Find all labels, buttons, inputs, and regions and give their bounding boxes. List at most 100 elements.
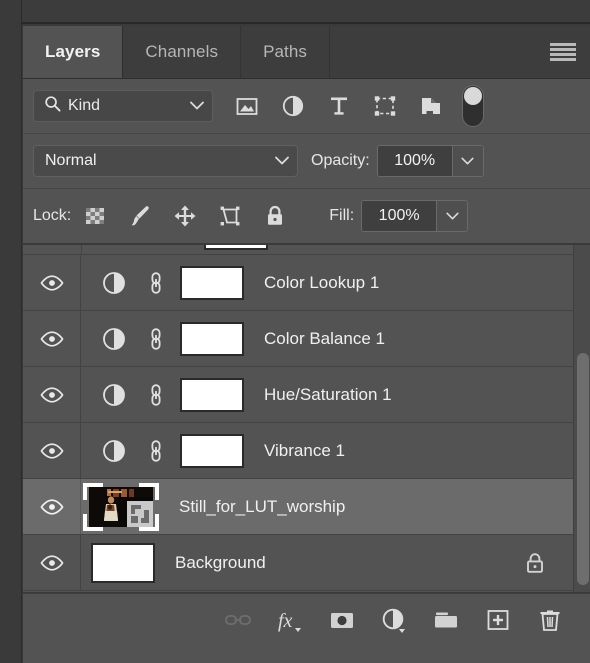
blend-mode-value: Normal — [45, 152, 97, 169]
tab-channels-label: Channels — [145, 42, 219, 61]
search-icon — [44, 95, 61, 117]
layer-mask-link-icon[interactable] — [145, 382, 167, 408]
layer-mask-thumbnail[interactable] — [180, 265, 244, 300]
lock-row: Lock: Fill: 100% — [23, 189, 590, 245]
background-layer-thumbnail[interactable] — [91, 542, 155, 583]
filter-adjustment-layers-icon[interactable] — [280, 93, 306, 119]
partial-row-divider — [81, 245, 82, 254]
opacity-field[interactable]: 100% — [376, 145, 484, 177]
layer-filter-row: Kind — [23, 79, 590, 134]
table-row[interactable]: Vibrance 1 — [23, 423, 590, 479]
chevron-down-icon[interactable] — [275, 152, 289, 170]
delete-layer-button[interactable] — [536, 606, 564, 634]
filter-smart-object-layers-icon[interactable] — [418, 93, 444, 119]
layer-visibility-toggle[interactable] — [23, 255, 81, 310]
table-row[interactable]: Still_for_LUT_worship — [23, 479, 590, 535]
filter-toggle-knob — [464, 87, 482, 105]
filter-pixel-layers-icon[interactable] — [234, 93, 260, 119]
chevron-down-icon[interactable] — [190, 97, 204, 115]
smart-object-bracket-tr — [139, 482, 159, 500]
layer-mask-link-icon[interactable] — [145, 270, 167, 296]
layer-list-scrollbar[interactable] — [573, 245, 590, 592]
blend-mode-row: Normal Opacity: 100% — [23, 134, 590, 189]
eye-icon — [39, 330, 64, 347]
layer-name[interactable]: Hue/Saturation 1 — [264, 385, 392, 405]
layer-mask-link-icon[interactable] — [145, 326, 167, 352]
adjustment-layer-thumbnail[interactable] — [101, 382, 127, 408]
fill-field[interactable]: 100% — [361, 200, 469, 232]
blend-mode-select[interactable]: Normal — [33, 145, 298, 177]
lock-image-pixels-icon[interactable] — [128, 204, 152, 228]
layer-list[interactable]: Color Lookup 1 Color Balance 1 Hue/Satur… — [23, 245, 590, 593]
tab-layers-label: Layers — [45, 42, 101, 61]
hamburger-menu-icon[interactable] — [550, 43, 576, 61]
adjustment-layer-thumbnail[interactable] — [101, 270, 127, 296]
fill-label: Fill: — [329, 207, 355, 224]
layer-visibility-toggle[interactable] — [23, 423, 81, 478]
layer-list-scrollbar-thumb[interactable] — [577, 353, 589, 585]
opacity-label: Opacity: — [311, 152, 370, 169]
layer-mask-link-icon[interactable] — [145, 438, 167, 464]
lock-artboard-nesting-icon[interactable] — [218, 204, 242, 228]
eye-icon — [39, 442, 64, 459]
smart-object-layer-thumbnail[interactable] — [83, 482, 159, 531]
layer-row-body[interactable]: Color Lookup 1 — [81, 255, 590, 310]
layer-visibility-toggle[interactable] — [23, 479, 81, 534]
tab-layers[interactable]: Layers — [23, 26, 124, 78]
opacity-chevron-down-icon[interactable] — [451, 146, 483, 176]
layer-row-body[interactable]: Color Balance 1 — [81, 311, 590, 366]
layer-visibility-toggle[interactable] — [23, 535, 81, 590]
layer-row-body[interactable]: Background — [81, 535, 590, 590]
layer-name[interactable]: Color Balance 1 — [264, 329, 385, 349]
layer-row-body[interactable]: Vibrance 1 — [81, 423, 590, 478]
layer-mask-thumbnail[interactable] — [180, 377, 244, 412]
panel-tab-bar: Layers Channels Paths — [23, 26, 590, 79]
lock-icons — [83, 204, 287, 228]
layer-row-body[interactable]: Hue/Saturation 1 — [81, 367, 590, 422]
layer-name[interactable]: Color Lookup 1 — [264, 273, 379, 293]
tab-bar-filler — [330, 26, 590, 78]
lock-position-icon[interactable] — [173, 204, 197, 228]
filter-type-layers-icon[interactable] — [326, 93, 352, 119]
layer-row-partial-above[interactable] — [23, 245, 590, 255]
lock-label: Lock: — [33, 207, 72, 224]
filter-shape-layers-icon[interactable] — [372, 93, 398, 119]
layer-name[interactable]: Still_for_LUT_worship — [179, 497, 345, 517]
layers-panel: Layers Channels Paths Kind Normal Opacit… — [23, 26, 590, 663]
tab-paths[interactable]: Paths — [241, 26, 331, 78]
layer-mask-thumbnail[interactable] — [180, 433, 244, 468]
eye-icon — [39, 274, 64, 291]
adjustment-layer-thumbnail[interactable] — [101, 326, 127, 352]
link-layers-button[interactable] — [224, 606, 252, 634]
table-row[interactable]: Background — [23, 535, 590, 591]
table-row[interactable]: Color Lookup 1 — [23, 255, 590, 311]
layer-style-fx-button[interactable]: fx — [276, 606, 304, 634]
svg-text:fx: fx — [278, 610, 293, 632]
lock-transparent-pixels-icon[interactable] — [83, 204, 107, 228]
smart-object-badge-icon — [127, 500, 153, 527]
fill-value[interactable]: 100% — [362, 201, 437, 231]
layer-visibility-toggle[interactable] — [23, 311, 81, 366]
table-row[interactable]: Color Balance 1 — [23, 311, 590, 367]
new-layer-button[interactable] — [484, 606, 512, 634]
fill-chevron-down-icon[interactable] — [436, 201, 468, 231]
filter-kind-label: Kind — [68, 97, 101, 114]
layer-visibility-toggle[interactable] — [23, 367, 81, 422]
filter-kind-select[interactable]: Kind — [33, 90, 213, 122]
layer-name[interactable]: Vibrance 1 — [264, 441, 345, 461]
layer-name[interactable]: Background — [175, 553, 266, 573]
tab-channels[interactable]: Channels — [123, 26, 242, 78]
adjustment-layer-thumbnail[interactable] — [101, 438, 127, 464]
add-layer-mask-button[interactable] — [328, 606, 356, 634]
filter-enable-toggle[interactable] — [462, 85, 484, 127]
photoshop-layers-panel-window: Layers Channels Paths Kind Normal Opacit… — [0, 0, 590, 663]
new-adjustment-layer-button[interactable] — [380, 606, 408, 634]
lock-all-icon[interactable] — [263, 204, 287, 228]
table-row[interactable]: Hue/Saturation 1 — [23, 367, 590, 423]
opacity-value[interactable]: 100% — [377, 146, 452, 176]
smart-object-bracket-tl — [83, 482, 103, 500]
layer-mask-thumbnail[interactable] — [180, 321, 244, 356]
layer-row-body[interactable]: Still_for_LUT_worship — [81, 479, 590, 534]
layer-locked-icon — [524, 551, 546, 575]
new-group-button[interactable] — [432, 606, 460, 634]
